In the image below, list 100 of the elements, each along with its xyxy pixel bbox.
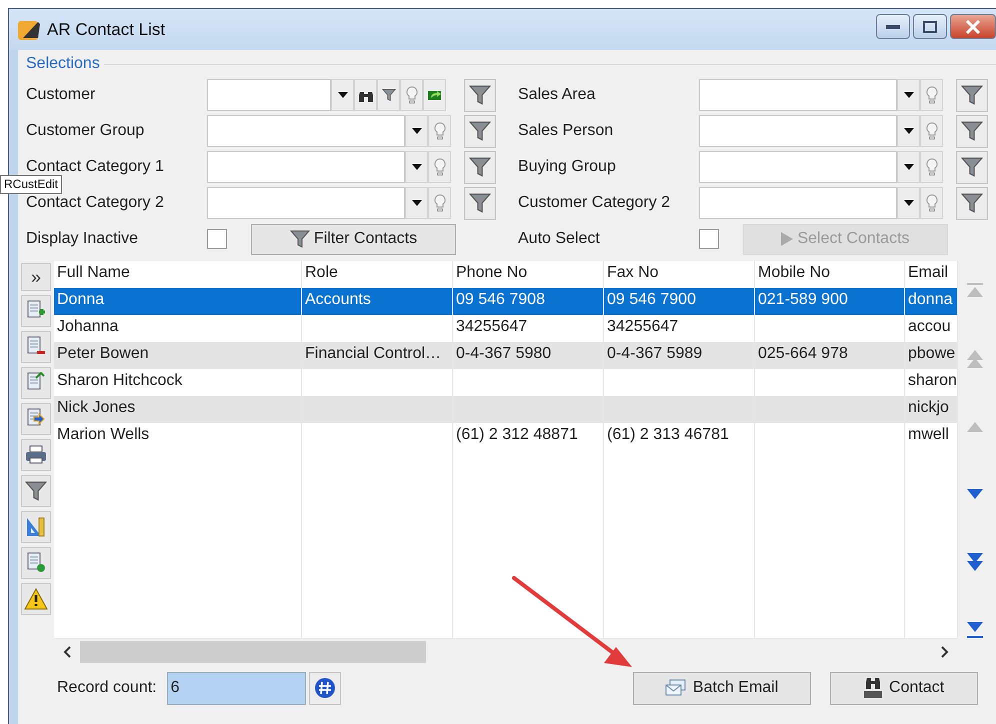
go-button[interactable]	[423, 79, 446, 111]
input-field[interactable]	[207, 79, 331, 111]
field-label: Customer Group	[26, 122, 146, 140]
refresh-button[interactable]	[21, 547, 51, 579]
filter-button[interactable]	[464, 150, 496, 184]
caret-icon	[904, 164, 914, 170]
input-field[interactable]	[699, 187, 897, 219]
maximize-icon	[923, 20, 937, 32]
table-row[interactable]: Donna Accounts 09 546 7908 09 546 7900 021-589 900 donna	[54, 288, 958, 315]
lightbulb-icon	[434, 122, 446, 140]
lightbulb-icon	[926, 158, 938, 176]
checkbox-label: Display Inactive	[26, 230, 140, 248]
dropdown-button[interactable]	[897, 187, 920, 219]
import-button[interactable]	[21, 403, 51, 435]
export-button[interactable]	[21, 367, 51, 399]
hash-icon	[314, 677, 336, 699]
field-label: Sales Person	[518, 122, 614, 140]
field-label: Sales Area	[518, 86, 596, 104]
filter-button[interactable]	[464, 114, 496, 148]
caret-icon	[338, 92, 348, 98]
maximize-button[interactable]	[913, 14, 947, 39]
funnel-icon	[290, 229, 310, 249]
dropdown-button[interactable]	[897, 79, 920, 111]
minimize-icon	[886, 24, 900, 28]
close-button[interactable]	[950, 14, 996, 39]
input-field[interactable]	[207, 115, 405, 147]
input-field[interactable]	[699, 79, 897, 111]
table-row[interactable]: Peter Bowen Financial Control… 0-4-367 5980 0-4-367 5989 025-664 978 pbowe	[54, 342, 958, 369]
caret-icon	[904, 92, 914, 98]
lightbulb-icon	[926, 86, 938, 104]
lightbulb-icon	[926, 194, 938, 212]
dropdown-button[interactable]	[405, 151, 428, 183]
expand-button[interactable]: »	[21, 263, 51, 291]
caret-icon	[904, 200, 914, 206]
filter-button[interactable]	[464, 78, 496, 112]
filter-button[interactable]	[956, 186, 988, 220]
minimize-button[interactable]	[876, 14, 910, 39]
filter-button[interactable]	[956, 150, 988, 184]
table-cell: (61) 2 312 48871	[453, 423, 604, 450]
funnel-icon	[469, 84, 491, 106]
field-label: Customer Category 2	[518, 194, 672, 212]
caret-icon	[412, 128, 422, 134]
remove-button[interactable]	[21, 331, 51, 363]
lightbulb-icon	[434, 194, 446, 212]
caret-icon	[904, 128, 914, 134]
email-button[interactable]: Batch Email	[632, 672, 811, 704]
dropdown-button[interactable]	[405, 187, 428, 219]
funnel-icon	[961, 192, 983, 214]
input-field[interactable]	[207, 151, 405, 183]
filter-button[interactable]	[464, 186, 496, 220]
play-icon	[781, 232, 794, 246]
checkbox[interactable]	[699, 229, 719, 249]
lightbulb-icon	[434, 158, 446, 176]
lightbulb-icon	[926, 122, 938, 140]
input-field[interactable]	[207, 187, 405, 219]
table-row[interactable]: Nick Jones nickjo	[54, 396, 958, 423]
search-button[interactable]	[354, 79, 377, 111]
field-label: Buying Group	[518, 158, 617, 176]
tooltip: RCustEdit	[0, 175, 62, 194]
scroll-left-icon	[63, 646, 71, 658]
caret-icon	[412, 200, 422, 206]
table-row[interactable]: Johanna 34255647 34255647 accou	[54, 315, 958, 342]
field-label: Customer	[26, 86, 96, 104]
field-label: Contact Category 2	[26, 194, 165, 212]
scroll-right-icon	[941, 646, 949, 658]
dropdown-button[interactable]	[897, 151, 920, 183]
checkbox-label: Auto Select	[518, 230, 601, 248]
dropdown-button[interactable]	[405, 115, 428, 147]
funnel-icon	[469, 120, 491, 142]
dropdown-button[interactable]	[897, 115, 920, 147]
warning-icon	[24, 588, 48, 610]
filter-button[interactable]	[956, 114, 988, 148]
table-cell: Marion Wells	[54, 423, 302, 450]
envelope-icon	[664, 679, 687, 697]
close-icon	[965, 20, 981, 34]
filter-button[interactable]	[21, 475, 51, 507]
record-count-label: Record count:	[57, 679, 157, 697]
funnel-icon	[25, 480, 47, 502]
add-button[interactable]	[21, 295, 51, 327]
filter-button[interactable]	[377, 79, 400, 111]
lightbulb-icon	[406, 86, 418, 104]
filter-button[interactable]	[956, 78, 988, 112]
field-label: Contact Category 1	[26, 158, 165, 176]
record-count-field: 6	[166, 672, 306, 704]
warning-button[interactable]	[21, 583, 51, 615]
filter-contacts-button[interactable]: Filter Contacts	[251, 224, 456, 254]
dropdown-button[interactable]	[331, 79, 354, 111]
funnel-icon	[961, 120, 983, 142]
group-title: Selections	[26, 55, 100, 73]
input-field[interactable]	[699, 115, 897, 147]
ruler-button[interactable]	[21, 511, 51, 543]
contact-button[interactable]: Contact	[830, 672, 978, 704]
funnel-icon	[382, 88, 396, 102]
funnel-icon	[469, 192, 491, 214]
funnel-icon	[961, 84, 983, 106]
refresh-document-icon	[26, 552, 46, 574]
count-button[interactable]	[308, 672, 341, 704]
input-field[interactable]	[699, 151, 897, 183]
checkbox[interactable]	[207, 229, 227, 249]
print-button[interactable]	[21, 439, 51, 471]
